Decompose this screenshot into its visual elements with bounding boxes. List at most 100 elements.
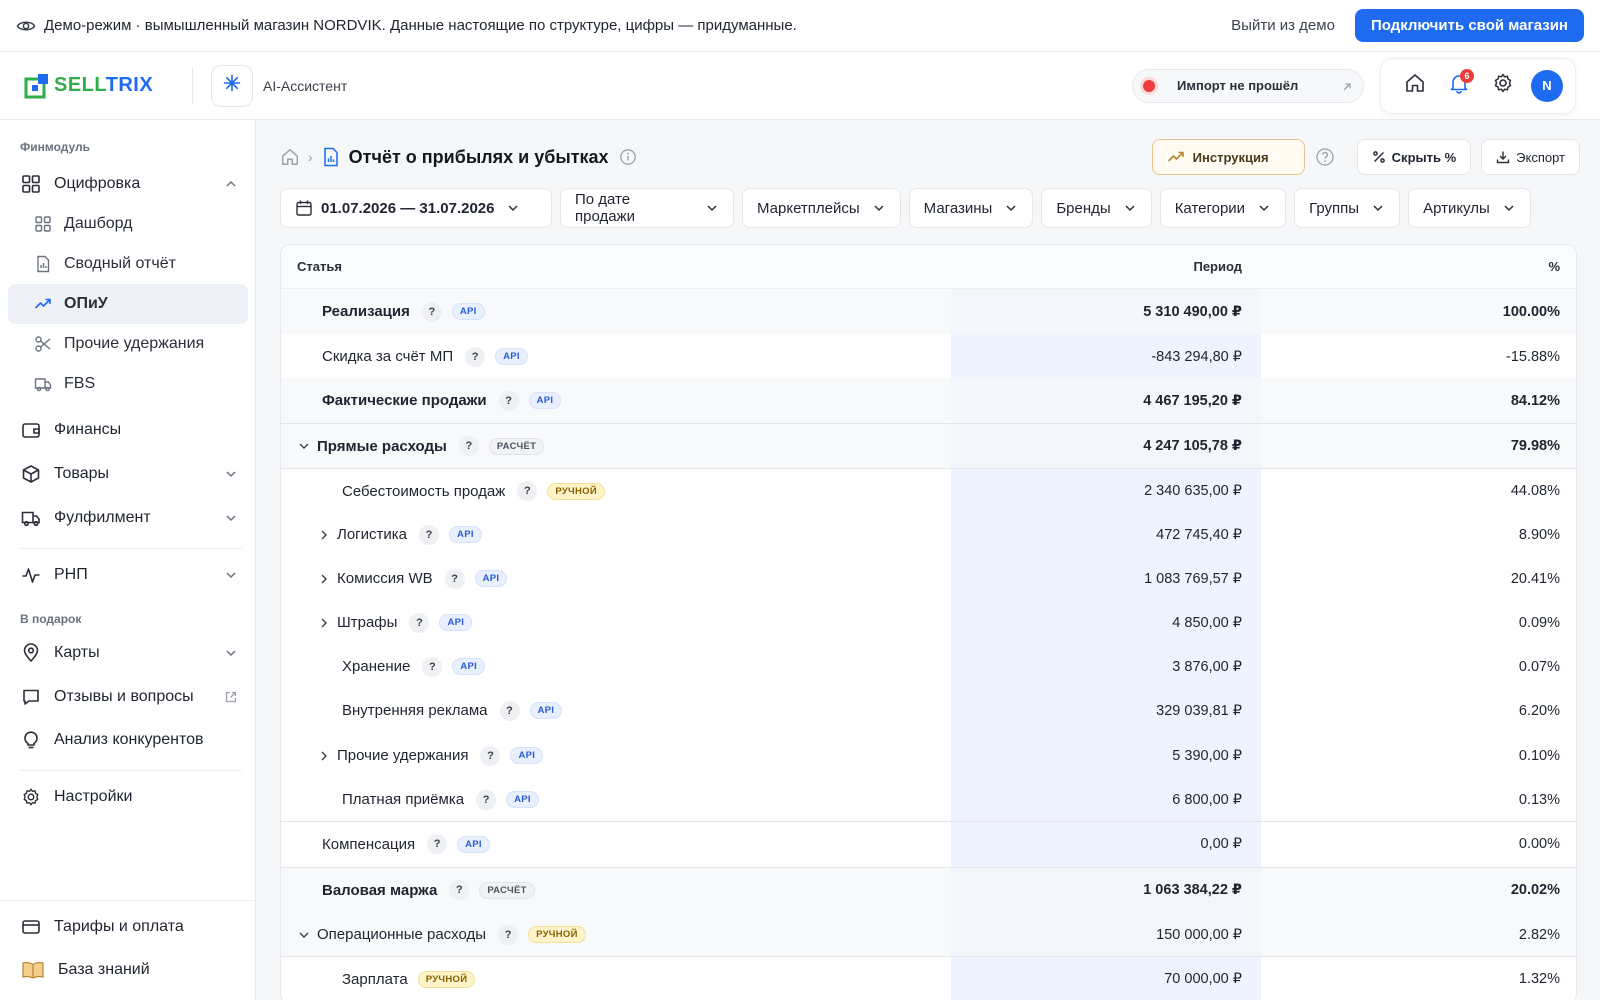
instruction-button[interactable]: Инструкция xyxy=(1151,139,1305,175)
help-icon[interactable]: ? xyxy=(458,436,479,456)
chevron-right-icon[interactable] xyxy=(317,749,331,763)
connect-shop-button[interactable]: Подключить свой магазин xyxy=(1354,9,1584,42)
sidebar-item-fulfillment[interactable]: Фулфилмент xyxy=(8,498,248,538)
box-icon xyxy=(20,463,42,485)
exit-demo-link[interactable]: Выйти из демо xyxy=(1231,17,1335,34)
table-row[interactable]: Валовая маржа ? РАСЧЁТ 1 063 384,22 ₽ 20… xyxy=(281,867,1576,912)
hide-percent-button[interactable]: Скрыть % xyxy=(1356,139,1472,175)
sidebar-item-label: FBS xyxy=(64,375,96,392)
table-row[interactable]: Штрафы ? API 4 850,00 ₽ 0.09% xyxy=(281,600,1576,645)
row-percent: 100.00% xyxy=(1502,303,1560,320)
help-icon[interactable]: ? xyxy=(499,700,520,721)
column-header-item: Статья xyxy=(297,259,342,274)
row-name: Логистика xyxy=(337,526,408,543)
table-row[interactable]: Реализация ? API 5 310 490,00 ₽ 100.00% xyxy=(281,289,1576,334)
table-row[interactable]: Операционные расходы ? РУЧНОЙ 150 000,00… xyxy=(281,912,1576,957)
help-icon[interactable]: ? xyxy=(444,568,465,589)
date-range-filter[interactable]: 01.07.2026 — 31.07.2026 xyxy=(280,188,552,228)
sidebar-item-competitors[interactable]: Анализ конкурентов xyxy=(8,720,248,760)
groups-filter[interactable]: Группы xyxy=(1294,188,1401,228)
home-button[interactable] xyxy=(1398,69,1432,103)
help-icon[interactable]: ? xyxy=(449,880,470,900)
shops-label: Магазины xyxy=(923,199,993,217)
chevron-right-icon[interactable] xyxy=(317,616,331,630)
marketplaces-filter[interactable]: Маркетплейсы xyxy=(742,188,901,228)
table-row[interactable]: Фактические продажи ? API 4 467 195,20 ₽… xyxy=(281,378,1576,423)
avatar[interactable]: N xyxy=(1531,69,1563,102)
sidebar-item-fbs[interactable]: FBS xyxy=(8,364,248,404)
source-tag: API xyxy=(506,791,539,808)
table-row[interactable]: Компенсация ? API 0,00 ₽ 0.00% xyxy=(281,821,1576,866)
help-icon[interactable]: ? xyxy=(480,745,501,766)
help-icon[interactable]: ? xyxy=(498,390,519,411)
row-name-cell: Внутренняя реклама ? API xyxy=(342,700,563,721)
notifications-button[interactable]: 6 xyxy=(1442,68,1476,103)
help-icon[interactable]: ? xyxy=(422,656,443,677)
sidebar-item-reviews[interactable]: Отзывы и вопросы xyxy=(8,677,248,717)
source-tag: API xyxy=(451,303,485,320)
wallet-icon xyxy=(20,419,42,441)
header-divider xyxy=(192,67,193,104)
help-icon[interactable]: ? xyxy=(498,924,519,945)
help-icon[interactable]: ? xyxy=(427,834,448,854)
table-row[interactable]: Прямые расходы ? РАСЧЁТ 4 247 105,78 ₽ 7… xyxy=(281,423,1576,468)
sidebar-item-pnl[interactable]: ОПиУ xyxy=(8,284,248,324)
sidebar-item-summary-report[interactable]: Сводный отчёт xyxy=(8,244,248,284)
sidebar-item-digitization[interactable]: Оцифровка xyxy=(8,164,248,204)
ai-assistant-label[interactable]: AI-Ассистент xyxy=(263,78,347,94)
sidebar-item-dashboard[interactable]: Дашборд xyxy=(8,204,248,244)
sidebar-item-goods[interactable]: Товары xyxy=(8,454,248,494)
chevron-down-icon xyxy=(1502,201,1516,215)
sidebar-item-other-deductions[interactable]: Прочие удержания xyxy=(8,324,248,364)
help-icon[interactable]: ? xyxy=(409,612,430,633)
chevron-right-icon[interactable] xyxy=(317,572,331,586)
sidebar-item-rnp[interactable]: РНП xyxy=(8,555,248,595)
table-row[interactable]: Прочие удержания ? API 5 390,00 ₽ 0.10% xyxy=(281,733,1576,778)
download-icon xyxy=(1496,150,1510,164)
export-label: Экспорт xyxy=(1516,149,1565,165)
table-row[interactable]: Платная приёмка ? API 6 800,00 ₽ 0.13% xyxy=(281,777,1576,822)
breadcrumb-home-icon[interactable] xyxy=(280,147,300,167)
row-value: -843 294,80 ₽ xyxy=(1151,348,1242,365)
help-icon[interactable]: ? xyxy=(517,481,538,501)
sidebar-item-tariffs[interactable]: Тарифы и оплата xyxy=(8,907,248,947)
external-link-icon xyxy=(224,690,238,704)
selltrix-logo[interactable]: SELLTRIX xyxy=(24,73,174,99)
help-icon[interactable]: ? xyxy=(421,301,442,322)
ai-assistant-button[interactable] xyxy=(211,64,253,107)
help-icon[interactable]: ? xyxy=(419,524,440,545)
table-row[interactable]: Зарплата РУЧНОЙ 70 000,00 ₽ 1.32% xyxy=(281,956,1576,1000)
table-row[interactable]: Логистика ? API 472 745,40 ₽ 8.90% xyxy=(281,512,1576,557)
sidebar-item-label: Товары xyxy=(54,465,110,482)
help-circle-icon[interactable] xyxy=(1315,146,1337,168)
table-row[interactable]: Внутренняя реклама ? API 329 039,81 ₽ 6.… xyxy=(281,688,1576,733)
table-row[interactable]: Себестоимость продаж ? РУЧНОЙ 2 340 635,… xyxy=(281,468,1576,513)
shops-filter[interactable]: Магазины xyxy=(908,188,1034,228)
date-mode-filter[interactable]: По дате продажи xyxy=(560,188,734,228)
sidebar-item-finance[interactable]: Финансы xyxy=(8,410,248,450)
calendar-icon xyxy=(295,199,313,217)
table-row[interactable]: Комиссия WB ? API 1 083 769,57 ₽ 20.41% xyxy=(281,556,1576,601)
export-button[interactable]: Экспорт xyxy=(1481,139,1580,175)
row-name: Комиссия WB xyxy=(337,570,433,587)
row-percent: 0.07% xyxy=(1518,658,1560,675)
chevron-down-icon[interactable] xyxy=(297,439,311,453)
info-icon[interactable] xyxy=(619,148,637,166)
sidebar-item-maps[interactable]: Карты xyxy=(8,633,248,673)
import-status-pill[interactable]: Импорт не прошёл xyxy=(1132,68,1364,103)
categories-filter[interactable]: Категории xyxy=(1159,188,1287,228)
row-percent: 0.00% xyxy=(1518,836,1560,852)
settings-button[interactable] xyxy=(1486,69,1520,103)
table-row[interactable]: Хранение ? API 3 876,00 ₽ 0.07% xyxy=(281,644,1576,689)
sidebar-item-label: РНП xyxy=(54,566,88,583)
sidebar-item-settings[interactable]: Настройки xyxy=(8,777,248,817)
articles-filter[interactable]: Артикулы xyxy=(1408,188,1531,228)
chevron-right-icon[interactable] xyxy=(317,528,331,542)
table-row[interactable]: Скидка за счёт МП ? API -843 294,80 ₽ -1… xyxy=(281,334,1576,379)
sidebar-item-knowledge[interactable]: База знаний xyxy=(8,950,248,990)
help-icon[interactable]: ? xyxy=(465,346,486,367)
brands-filter[interactable]: Бренды xyxy=(1041,188,1152,228)
help-icon[interactable]: ? xyxy=(476,789,497,810)
chevron-down-icon[interactable] xyxy=(297,928,311,942)
row-percent: 1.32% xyxy=(1518,971,1560,987)
